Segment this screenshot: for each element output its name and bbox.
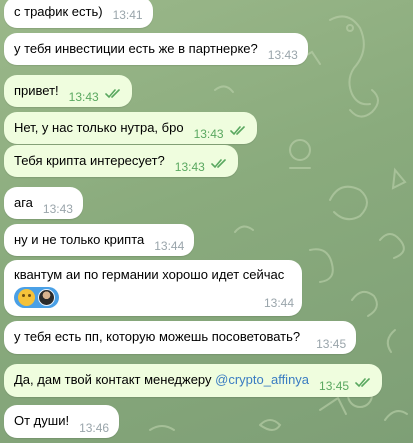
message-time: 13:44 xyxy=(263,296,294,310)
message-time: 13:43 xyxy=(68,90,99,104)
message-bubble[interactable]: ну и не только крипта 13:44 xyxy=(4,224,195,256)
message-text: у тебя инвестиции есть же в партнерке? xyxy=(14,41,258,56)
message-bubble[interactable]: ага 13:43 xyxy=(4,187,83,219)
message-text: Нет, у нас только нутра, бро xyxy=(14,120,184,135)
message-bubble[interactable]: у тебя есть пп, которую можешь посоветов… xyxy=(4,321,357,354)
message-time: 13:45 xyxy=(319,379,350,393)
read-double-check-icon xyxy=(229,124,247,140)
reactor-avatar xyxy=(38,289,55,306)
message-text: ну и не только крипта xyxy=(14,232,145,247)
read-double-check-icon xyxy=(104,87,122,103)
message-text: у тебя есть пп, которую можешь посоветов… xyxy=(14,329,301,344)
message-bubble[interactable]: Тебя крипта интересует? 13:43 xyxy=(4,145,238,177)
message-time: 13:43 xyxy=(193,127,224,141)
neutral-face-emoji-icon xyxy=(18,289,35,306)
message-time: 13:43 xyxy=(42,202,73,216)
message-text: Тебя крипта интересует? xyxy=(14,153,165,168)
message-bubble[interactable]: Да, дам твой контакт менеджеру @crypto_a… xyxy=(4,364,383,397)
message-bubble[interactable]: От души! 13:46 xyxy=(4,405,120,438)
message-time: 13:46 xyxy=(79,421,110,435)
message-time: 13:41 xyxy=(112,8,143,22)
message-text: квантум аи по германии хорошо идет сейча… xyxy=(14,267,285,282)
message-text: От души! xyxy=(14,413,70,428)
reaction-chip[interactable] xyxy=(14,287,59,308)
message-time: 13:43 xyxy=(267,48,298,62)
message-bubble[interactable]: квантум аи по германии хорошо идет сейча… xyxy=(4,260,302,316)
message-bubble[interactable]: с трафик есть) 13:41 xyxy=(4,0,153,28)
read-double-check-icon xyxy=(210,157,228,173)
read-double-check-icon xyxy=(355,376,372,392)
message-text: привет! xyxy=(14,83,59,98)
message-bubble[interactable]: у тебя инвестиции есть же в партнерке? 13… xyxy=(4,33,308,65)
message-text: ага xyxy=(14,195,33,210)
message-time: 13:44 xyxy=(154,239,185,253)
message-bubble[interactable]: привет! 13:43 xyxy=(4,75,132,107)
message-time: 13:45 xyxy=(316,337,347,351)
message-text: с трафик есть) xyxy=(14,4,103,19)
username-link[interactable]: @crypto_affinya xyxy=(215,372,309,387)
message-bubble[interactable]: Нет, у нас только нутра, бро 13:43 xyxy=(4,112,257,144)
message-time: 13:43 xyxy=(174,160,205,174)
message-text: Да, дам твой контакт менеджеру xyxy=(14,372,212,387)
